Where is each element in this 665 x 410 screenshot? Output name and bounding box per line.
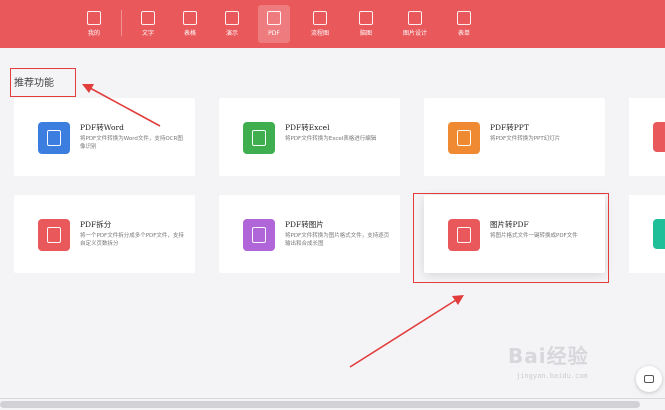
watermark-title: Bai经验 — [508, 344, 589, 368]
card-description: 将PDF文件转换为Word文件，支持OCR图像识别 — [80, 136, 183, 150]
nav-text-label: 文字 — [141, 30, 154, 37]
card-description: 将一个PDF文件拆分成多个PDF文件，支持自定义页数拆分 — [80, 233, 184, 247]
pdf-icon — [267, 11, 281, 25]
nav-pdf-label: PDF — [268, 30, 280, 37]
flowchart-icon — [313, 11, 327, 25]
card-pdf-to-word[interactable]: PDF转Word 将PDF文件转换为Word文件，支持OCR图像识别 — [14, 98, 195, 176]
chat-button[interactable] — [636, 366, 662, 392]
card-pdf-to-excel[interactable]: PDF转Excel 将PDF文件转换为Excel表格进行编辑 — [219, 98, 400, 176]
watermark-url: jingyan.baidu.com — [516, 372, 588, 380]
card-title: PDF转Word — [80, 123, 124, 132]
image-design-icon — [408, 11, 422, 25]
card-title: PDF转PPT — [490, 123, 529, 132]
image-file-icon — [243, 219, 275, 251]
presentation-icon — [225, 11, 239, 25]
file-icon — [653, 219, 665, 249]
form-icon — [457, 11, 471, 25]
card-title: PDF转Excel — [285, 123, 330, 132]
excel-file-icon — [243, 122, 275, 154]
card-pdf-split[interactable]: PDF拆分 将一个PDF文件拆分成多个PDF文件，支持自定义页数拆分 — [14, 195, 195, 273]
document-icon — [141, 11, 155, 25]
nav-pdf[interactable]: PDF — [258, 5, 290, 43]
word-file-icon — [38, 122, 70, 154]
card-partial[interactable] — [629, 195, 665, 273]
table-icon — [183, 11, 197, 25]
card-description: 将PDF文件转换为Excel表格进行编辑 — [285, 136, 377, 142]
top-toolbar: 我的 文字 表格 演示 PDF 流程图 脑图 图片设计 表单 — [0, 0, 665, 48]
annotation-arrowhead-2 — [452, 295, 464, 305]
nav-mindmap-label: 脑图 — [359, 30, 372, 37]
nav-presentation[interactable]: 演示 — [212, 0, 252, 48]
nav-image-design-label: 图片设计 — [402, 30, 427, 37]
annotation-box-section — [10, 68, 76, 97]
card-partial[interactable] — [629, 98, 665, 176]
horizontal-scrollbar[interactable] — [0, 401, 640, 408]
nav-form[interactable]: 表单 — [444, 0, 484, 48]
card-pdf-to-image[interactable]: PDF转图片 将PDF文件转换为图片格式文件，支持逐页输出和合成长图 — [219, 195, 400, 273]
nav-my-label: 我的 — [87, 30, 100, 37]
nav-table[interactable]: 表格 — [170, 0, 210, 48]
card-title: PDF拆分 — [80, 220, 112, 229]
mindmap-icon — [359, 11, 373, 25]
nav-text[interactable]: 文字 — [128, 0, 168, 48]
toolbar-divider — [121, 10, 122, 36]
nav-form-label: 表单 — [457, 30, 470, 37]
annotation-arrowhead-1 — [82, 84, 94, 93]
nav-flowchart[interactable]: 流程图 — [300, 0, 340, 48]
annotation-box-card — [413, 193, 609, 283]
nav-presentation-label: 演示 — [225, 30, 238, 37]
card-description: 将PDF文件转换为PPT幻灯片 — [490, 136, 561, 142]
watermark: Bai经验 jingyan.baidu.com — [508, 340, 628, 392]
card-title: PDF转图片 — [285, 220, 324, 229]
nav-mindmap[interactable]: 脑图 — [346, 0, 386, 48]
star-icon — [87, 11, 101, 25]
ppt-file-icon — [448, 122, 480, 154]
chat-icon — [644, 375, 654, 383]
card-description: 将PDF文件转换为图片格式文件，支持逐页输出和合成长图 — [285, 233, 390, 247]
annotation-arrow-2 — [349, 299, 457, 368]
card-pdf-to-ppt[interactable]: PDF转PPT 将PDF文件转换为PPT幻灯片 — [424, 98, 605, 176]
nav-table-label: 表格 — [183, 30, 196, 37]
divider — [0, 398, 665, 399]
file-icon — [653, 122, 665, 152]
nav-flowchart-label: 流程图 — [310, 30, 329, 37]
nav-my[interactable]: 我的 — [74, 0, 114, 48]
split-file-icon — [38, 219, 70, 251]
nav-image-design[interactable]: 图片设计 — [395, 0, 435, 48]
